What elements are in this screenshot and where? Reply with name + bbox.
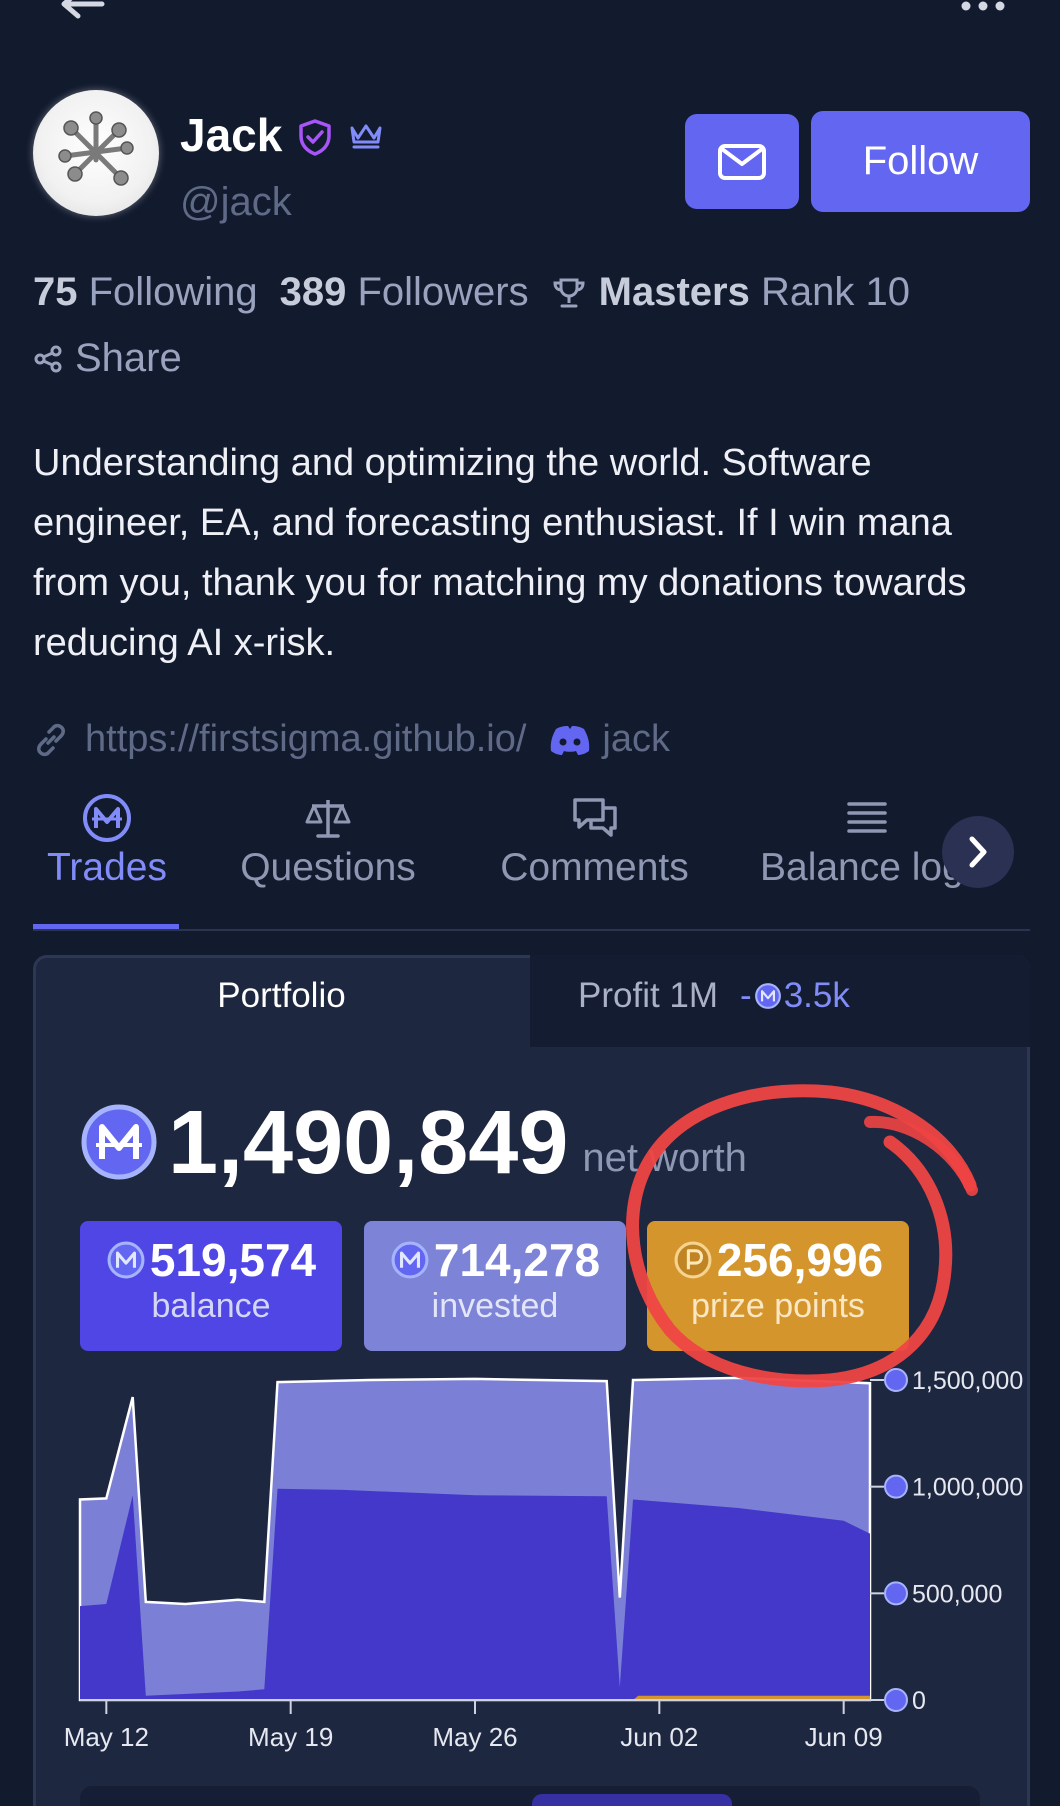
prize-points-card: 256,996 prize points xyxy=(647,1221,909,1351)
link-icon xyxy=(37,723,65,756)
followers-label: Followers xyxy=(357,270,529,314)
profit-value: - 3.5k xyxy=(740,976,850,1016)
crown-icon xyxy=(350,124,382,149)
chat-icon xyxy=(572,798,617,837)
links-row: https://firstsigma.github.io/ jack xyxy=(33,718,670,761)
followers-count: 389 xyxy=(279,270,347,314)
tab-label: Trades xyxy=(47,846,167,889)
net-worth-label: net worth xyxy=(582,1136,747,1180)
website-link[interactable]: https://firstsigma.github.io/ xyxy=(85,718,526,761)
x-tick-label: May 12 xyxy=(64,1722,149,1752)
balance-label: balance xyxy=(151,1287,271,1325)
stats-row: 75 Following 389 Followers Masters Rank … xyxy=(33,270,910,315)
profit-sign: - xyxy=(740,976,752,1015)
y-tick-label: 0 xyxy=(912,1687,926,1715)
tabs-scroll-right-button[interactable] xyxy=(942,816,1014,888)
following-label: Following xyxy=(88,270,258,314)
y-tick-label: 1,000,000 xyxy=(912,1474,1023,1502)
tab-portfolio[interactable]: Portfolio xyxy=(33,976,530,1016)
portfolio-chart[interactable]: 0 500,000 1,000,000 1,500,000 May 12 May 19 Ma… xyxy=(40,1360,1030,1760)
chevron-right-icon xyxy=(969,836,987,868)
balance-card: 519,574 balance xyxy=(80,1221,342,1351)
list-icon xyxy=(847,802,887,833)
tab-comments[interactable]: Comments xyxy=(487,790,702,890)
net-worth-value: 1,490,849 xyxy=(168,1093,569,1193)
net-worth-row: 1,490,849 net worth xyxy=(80,1095,747,1191)
x-tick-label: May 26 xyxy=(432,1722,517,1752)
mana-icon xyxy=(391,1241,429,1279)
x-tick-label: Jun 02 xyxy=(620,1722,698,1752)
user-handle: @jack xyxy=(180,180,292,224)
back-arrow-icon[interactable] xyxy=(58,0,106,30)
tab-profit[interactable]: Profit 1M - 3.5k xyxy=(578,976,850,1016)
scale-icon xyxy=(305,800,351,838)
mana-icon xyxy=(754,983,781,1009)
mana-icon xyxy=(107,1241,145,1279)
mail-icon xyxy=(718,143,766,180)
profit-label: Profit 1M xyxy=(578,976,719,1015)
invested-card: 714,278 invested xyxy=(364,1221,626,1351)
profit-amount: 3.5k xyxy=(783,976,850,1015)
league-rank: Rank 10 xyxy=(760,270,910,314)
more-options-icon[interactable] xyxy=(958,0,1008,18)
prize-points-icon xyxy=(674,1241,712,1279)
prize-points-value: 256,996 xyxy=(716,1234,884,1286)
invested-label: invested xyxy=(431,1287,559,1325)
league-link[interactable]: Masters Rank 10 xyxy=(551,270,910,315)
following-count: 75 xyxy=(33,270,78,314)
follow-button[interactable]: Follow xyxy=(811,111,1030,212)
share-label: Share xyxy=(75,336,182,380)
balance-value: 519,574 xyxy=(149,1234,317,1286)
x-tick-label: Jun 09 xyxy=(805,1722,883,1752)
tab-label: Questions xyxy=(240,846,416,889)
verified-shield-icon xyxy=(299,119,331,156)
league-name: Masters xyxy=(598,270,750,314)
user-name: Jack xyxy=(180,109,283,161)
mana-coin-icon xyxy=(81,1104,157,1180)
tab-trades[interactable]: Trades xyxy=(33,790,181,890)
bottom-selected-chip[interactable] xyxy=(532,1794,732,1806)
message-button[interactable] xyxy=(685,114,799,209)
x-tick-label: May 19 xyxy=(248,1722,333,1752)
followers-link[interactable]: 389 Followers xyxy=(280,270,529,315)
y-tick-mana-icon xyxy=(884,1581,908,1606)
y-tick-mana-icon xyxy=(884,1368,908,1392)
prize-points-label: prize points xyxy=(691,1287,865,1325)
jacks-toy-image xyxy=(58,111,134,186)
y-tick-label: 500,000 xyxy=(912,1580,1002,1608)
discord-icon xyxy=(551,725,590,755)
discord-handle[interactable]: jack xyxy=(602,718,670,761)
trophy-icon xyxy=(553,278,585,307)
y-tick-label: 1,500,000 xyxy=(912,1367,1023,1395)
following-link[interactable]: 75 Following xyxy=(33,270,258,315)
invested-value: 714,278 xyxy=(433,1234,601,1286)
y-tick-mana-icon xyxy=(884,1474,908,1499)
tab-label: Comments xyxy=(500,846,689,889)
share-icon xyxy=(34,345,62,372)
bottom-controls xyxy=(80,1786,980,1806)
mana-icon xyxy=(83,794,131,842)
bio-text: Understanding and optimizing the world. … xyxy=(33,442,967,664)
tabs-divider xyxy=(33,929,1030,931)
y-tick-mana-icon xyxy=(884,1688,908,1712)
share-button[interactable]: Share xyxy=(33,336,182,381)
avatar[interactable] xyxy=(33,90,159,216)
tab-questions[interactable]: Questions xyxy=(228,790,428,890)
